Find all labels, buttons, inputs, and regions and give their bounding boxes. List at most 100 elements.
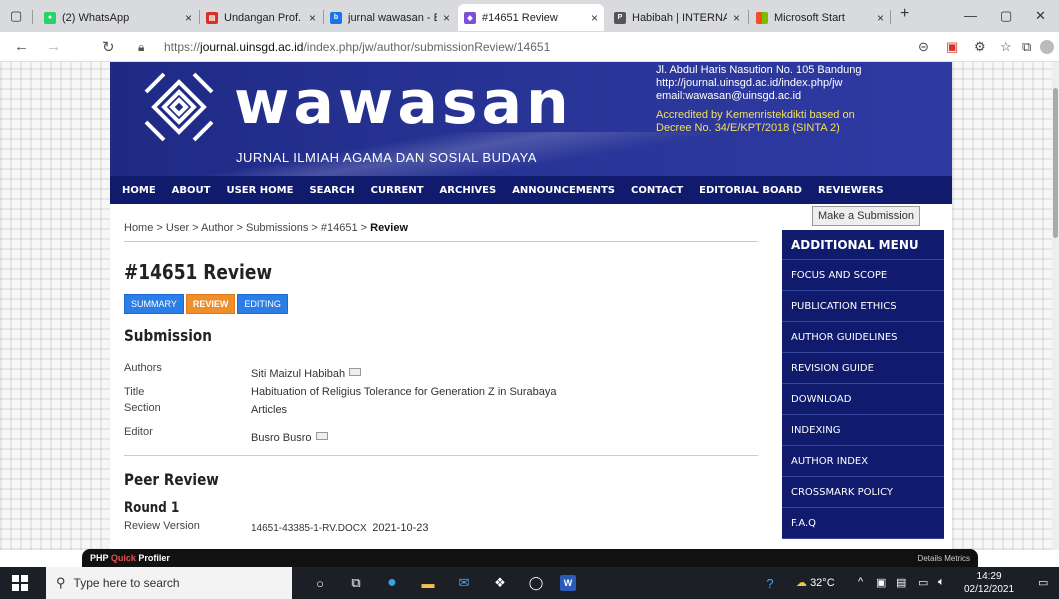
whatsapp-taskbar-icon[interactable]: ◯ bbox=[526, 573, 546, 593]
round-heading: Round 1 bbox=[124, 500, 180, 516]
collections-icon[interactable]: ⧉ bbox=[1022, 39, 1031, 55]
whatsapp-icon: ● bbox=[44, 11, 56, 24]
reading-mode-icon[interactable]: ⊝ bbox=[918, 39, 929, 55]
editor-label: Editor bbox=[124, 426, 153, 438]
sidebar-item-indexing[interactable]: INDEXING bbox=[782, 415, 944, 446]
cortana-icon[interactable]: ○ bbox=[310, 573, 330, 593]
back-icon[interactable]: ← bbox=[14, 38, 29, 55]
forward-icon[interactable]: → bbox=[46, 38, 61, 55]
minimize-button[interactable]: — bbox=[964, 8, 977, 23]
new-tab-button[interactable]: + bbox=[900, 5, 909, 23]
url-field[interactable]: https://journal.uinsgd.ac.id/index.php/j… bbox=[164, 40, 550, 54]
task-view-icon[interactable]: ⧉ bbox=[346, 573, 366, 593]
network-icon[interactable]: ▤ bbox=[896, 576, 906, 589]
journal-logo-icon bbox=[144, 72, 214, 142]
email-icon[interactable] bbox=[315, 432, 328, 440]
windows-start-icon[interactable] bbox=[12, 575, 28, 591]
notifications-icon[interactable]: ▭ bbox=[1038, 576, 1048, 589]
tray-app-icon[interactable]: ▣ bbox=[876, 576, 886, 589]
close-icon[interactable]: × bbox=[591, 11, 598, 25]
nav-home[interactable]: HOME bbox=[122, 185, 156, 196]
sidebar-item-revision-guide[interactable]: REVISION GUIDE bbox=[782, 353, 944, 384]
section-label: Section bbox=[124, 402, 161, 414]
close-icon[interactable]: × bbox=[877, 11, 884, 25]
dropbox-icon[interactable]: ❖ bbox=[490, 573, 510, 593]
browser-tab-habibah[interactable]: P Habibah | INTERNA × bbox=[608, 4, 746, 31]
review-file-link[interactable]: 14651-43385-1-RV.DOCX bbox=[251, 523, 367, 534]
file-explorer-icon[interactable]: ▬ bbox=[418, 573, 438, 593]
page-title: #14651 Review bbox=[124, 260, 273, 284]
pdf-icon: ▤ bbox=[206, 11, 218, 24]
tab-editing[interactable]: EDITING bbox=[237, 294, 288, 314]
edge-icon[interactable]: ● bbox=[382, 573, 402, 593]
tab-summary[interactable]: SUMMARY bbox=[124, 294, 184, 314]
refresh-icon[interactable]: ↻ bbox=[102, 38, 115, 56]
page-scrollbar[interactable] bbox=[1052, 62, 1059, 550]
nav-archives[interactable]: ARCHIVES bbox=[440, 185, 497, 196]
sidebar-item-author-index[interactable]: AUTHOR INDEX bbox=[782, 446, 944, 477]
browser-tab-microsoft-start[interactable]: Microsoft Start × bbox=[750, 4, 890, 31]
php-quick-profiler[interactable]: PHP Quick Profiler Details Metrics bbox=[82, 549, 978, 567]
make-submission-button[interactable]: Make a Submission bbox=[812, 206, 920, 226]
maximize-button[interactable]: ▢ bbox=[1000, 8, 1012, 24]
sidebar-item-crossmark-policy[interactable]: CROSSMARK POLICY bbox=[782, 477, 944, 508]
pkp-icon: P bbox=[614, 11, 626, 24]
additional-menu: ADDITIONAL MENU FOCUS AND SCOPE PUBLICAT… bbox=[782, 230, 944, 539]
sidebar-item-faq[interactable]: F.A.Q bbox=[782, 508, 944, 539]
close-icon[interactable]: × bbox=[185, 11, 192, 25]
sidebar-item-author-guidelines[interactable]: AUTHOR GUIDELINES bbox=[782, 322, 944, 353]
volume-icon[interactable]: 🔈︎ bbox=[938, 576, 945, 589]
mail-icon[interactable]: ✉ bbox=[454, 573, 474, 593]
extension-icon[interactable]: ▣ bbox=[946, 39, 958, 55]
journal-contact-info: Jl. Abdul Haris Nasution No. 105 Bandung… bbox=[656, 64, 862, 134]
profiler-links[interactable]: Details Metrics bbox=[918, 554, 970, 563]
show-hidden-icons[interactable]: ^ bbox=[858, 576, 863, 588]
nav-editorial-board[interactable]: EDITORIAL BOARD bbox=[699, 185, 802, 196]
background-pattern-right bbox=[952, 62, 1052, 550]
web-page: wawasan JURNAL ILMIAH AGAMA DAN SOSIAL B… bbox=[0, 62, 1052, 550]
profile-avatar[interactable] bbox=[1040, 40, 1054, 54]
nav-user-home[interactable]: USER HOME bbox=[226, 185, 293, 196]
address-bar: ← → ↻ 🔒︎ https://journal.uinsgd.ac.id/in… bbox=[0, 32, 1059, 62]
microsoft-icon bbox=[756, 11, 768, 24]
nav-announcements[interactable]: ANNOUNCEMENTS bbox=[512, 185, 615, 196]
favorites-icon[interactable]: ☆ bbox=[1000, 39, 1012, 55]
nav-current[interactable]: CURRENT bbox=[371, 185, 424, 196]
nav-about[interactable]: ABOUT bbox=[172, 185, 211, 196]
browser-tab-strip: ▢ ● (2) WhatsApp × ▤ Undangan Prof. Az ×… bbox=[0, 0, 1059, 32]
close-icon[interactable]: × bbox=[733, 11, 740, 25]
profiler-label: PHP Quick Profiler bbox=[90, 553, 170, 563]
sidebar-item-focus-and-scope[interactable]: FOCUS AND SCOPE bbox=[782, 260, 944, 291]
browser-tab-review[interactable]: ◆ #14651 Review × bbox=[458, 4, 604, 31]
tab-actions-icon[interactable]: ▢ bbox=[10, 8, 22, 24]
browser-tab-undangan[interactable]: ▤ Undangan Prof. Az × bbox=[200, 4, 322, 31]
editor-value: Busro Busro bbox=[251, 432, 328, 444]
background-pattern-left bbox=[0, 62, 110, 550]
taskbar-search-box[interactable]: ⚲ Type here to search bbox=[46, 567, 292, 599]
review-version-label: Review Version bbox=[124, 520, 200, 532]
puzzle-icon[interactable]: ⚙ bbox=[974, 39, 986, 55]
close-icon[interactable]: × bbox=[443, 11, 450, 25]
battery-icon[interactable]: ▭ bbox=[918, 576, 928, 589]
breadcrumb[interactable]: Home > User > Author > Submissions > #14… bbox=[124, 222, 408, 234]
peer-review-heading: Peer Review bbox=[124, 470, 219, 489]
browser-tab-jurnal-wawasan[interactable]: b jurnal wawasan - B × bbox=[324, 4, 456, 31]
word-icon[interactable]: W bbox=[560, 575, 576, 591]
tab-review[interactable]: REVIEW bbox=[185, 294, 236, 314]
help-icon[interactable]: ? bbox=[760, 573, 780, 593]
nav-contact[interactable]: CONTACT bbox=[631, 185, 683, 196]
system-clock[interactable]: 14:29 02/12/2021 bbox=[964, 570, 1014, 596]
nav-search[interactable]: SEARCH bbox=[309, 185, 354, 196]
journal-subtitle: JURNAL ILMIAH AGAMA DAN SOSIAL BUDAYA bbox=[236, 150, 537, 165]
sidebar-item-publication-ethics[interactable]: PUBLICATION ETHICS bbox=[782, 291, 944, 322]
close-window-button[interactable]: ✕ bbox=[1035, 8, 1046, 24]
close-icon[interactable]: × bbox=[309, 11, 316, 25]
nav-reviewers[interactable]: REVIEWERS bbox=[818, 185, 884, 196]
sidebar-item-download[interactable]: DOWNLOAD bbox=[782, 384, 944, 415]
email-icon[interactable] bbox=[349, 368, 362, 376]
browser-tab-whatsapp[interactable]: ● (2) WhatsApp × bbox=[38, 4, 198, 31]
weather-widget[interactable]: ☁ 32°C bbox=[796, 576, 835, 589]
lock-icon[interactable]: 🔒︎ bbox=[138, 40, 144, 55]
main-navigation: HOME ABOUT USER HOME SEARCH CURRENT ARCH… bbox=[110, 176, 952, 204]
journal-banner: wawasan JURNAL ILMIAH AGAMA DAN SOSIAL B… bbox=[110, 62, 952, 176]
